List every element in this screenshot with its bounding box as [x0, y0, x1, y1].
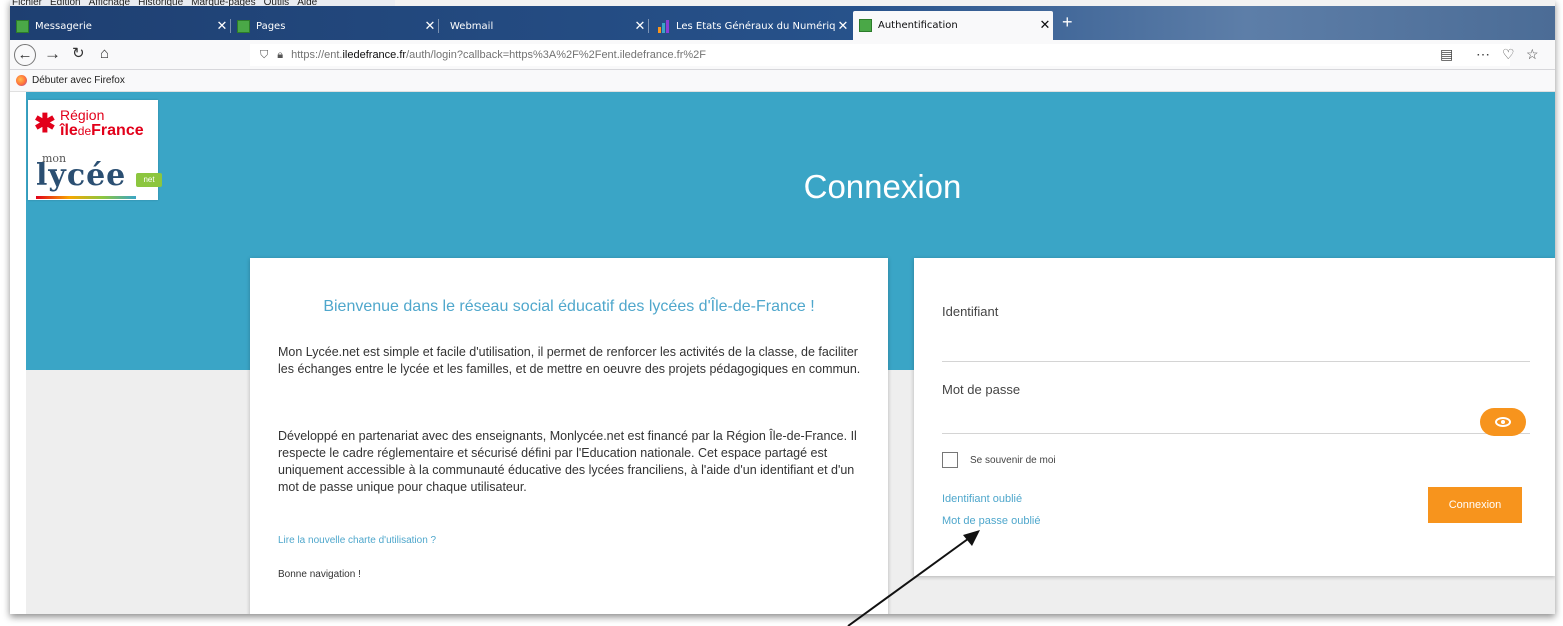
- url-path: /auth/login?callback=https%3A%2F%2Fent.i…: [406, 49, 706, 61]
- login-card: Identifiant Mot de passe Se souvenir de …: [914, 258, 1555, 576]
- remember-me-label: Se souvenir de moi: [970, 455, 1056, 466]
- firefox-icon: [16, 75, 27, 86]
- show-password-button[interactable]: [1480, 408, 1526, 436]
- logo-france: France: [91, 122, 144, 139]
- tab-title: Messagerie: [35, 20, 92, 32]
- nav-bar: ← → ↻ ⌂ ⛉ 🔒︎ https://ent. iledefrance.fr /…: [10, 40, 1555, 70]
- tab-separator: [438, 19, 439, 33]
- more-icon[interactable]: ⋯: [1476, 46, 1490, 63]
- charte-link[interactable]: Lire la nouvelle charte d'utilisation ?: [278, 535, 436, 546]
- forward-icon[interactable]: →: [44, 45, 61, 63]
- tab-title: Pages: [256, 20, 286, 32]
- tab-authentification[interactable]: Authentification ✕: [853, 11, 1053, 40]
- pages-favicon: [237, 19, 250, 33]
- welcome-card: Bienvenue dans le réseau social éducatif…: [250, 258, 888, 614]
- tab-separator: [648, 19, 649, 33]
- authentification-favicon: [859, 19, 872, 32]
- bookmarks-bar: Débuter avec Firefox: [10, 70, 1555, 92]
- tab-messagerie[interactable]: Messagerie ✕: [10, 15, 231, 37]
- tab-title: Les États Généraux du Numériq: [676, 20, 835, 32]
- page-content: ✱ Région îledeFrance mon lycée net Conne…: [10, 92, 1555, 614]
- identifiant-field[interactable]: [942, 336, 1530, 362]
- close-icon[interactable]: ✕: [422, 19, 438, 34]
- close-icon[interactable]: ✕: [214, 19, 230, 34]
- welcome-paragraph-1: Mon Lycée.net est simple et facile d'uti…: [278, 345, 861, 376]
- home-icon[interactable]: ⌂: [100, 45, 109, 63]
- bookmark-debuter[interactable]: Débuter avec Firefox: [32, 75, 125, 86]
- tab-webmail[interactable]: Webmail ✕: [440, 15, 649, 37]
- url-domain: iledefrance.fr: [342, 49, 407, 61]
- password-field[interactable]: [942, 408, 1530, 434]
- url-prefix: https://ent.: [291, 49, 343, 61]
- pocket-icon[interactable]: ♡: [1502, 46, 1515, 63]
- welcome-paragraph-2: Développé en partenariat avec des enseig…: [278, 429, 857, 494]
- messagerie-favicon: [16, 19, 29, 33]
- logo-idf-text: îledeFrance: [60, 122, 144, 140]
- reload-icon[interactable]: ↻: [72, 45, 85, 63]
- url-bar[interactable]: ⛉ 🔒︎ https://ent. iledefrance.fr/auth/log…: [250, 44, 1510, 66]
- chart-favicon: [657, 19, 670, 33]
- bookmark-star-icon[interactable]: ☆: [1526, 46, 1539, 63]
- page-title: Connexion: [803, 168, 962, 205]
- close-icon[interactable]: ✕: [632, 19, 648, 34]
- lock-icon[interactable]: 🔒︎: [277, 49, 283, 62]
- identifiant-label: Identifiant: [942, 304, 999, 319]
- closing-text: Bonne navigation !: [278, 569, 361, 580]
- close-icon[interactable]: ✕: [835, 19, 851, 34]
- banner-top: [26, 92, 1555, 132]
- close-icon[interactable]: ✕: [1037, 18, 1053, 33]
- tab-etats-generaux[interactable]: Les États Généraux du Numériq ✕: [651, 15, 851, 37]
- connexion-button[interactable]: Connexion: [1428, 487, 1522, 523]
- logo-region-text: Région: [60, 107, 105, 123]
- logo-de: de: [77, 124, 92, 138]
- new-tab-button[interactable]: +: [1062, 12, 1073, 33]
- password-label: Mot de passe: [942, 382, 1021, 397]
- tab-title: Webmail: [450, 20, 494, 32]
- tab-title: Authentification: [878, 20, 958, 31]
- tab-pages[interactable]: Pages ✕: [231, 15, 439, 37]
- region-star-icon: ✱: [34, 108, 56, 138]
- forgot-password-link[interactable]: Mot de passe oublié: [942, 515, 1040, 527]
- eye-icon: [1495, 417, 1511, 427]
- back-icon[interactable]: ←: [14, 44, 36, 66]
- reader-view-icon[interactable]: ▤: [1440, 46, 1453, 63]
- remember-me-checkbox[interactable]: [942, 452, 958, 468]
- welcome-heading: Bienvenue dans le réseau social éducatif…: [323, 298, 815, 315]
- forgot-identifiant-link[interactable]: Identifiant oublié: [942, 493, 1022, 505]
- shield-icon[interactable]: ⛉: [260, 49, 268, 62]
- tab-strip: Messagerie ✕ Pages ✕ Webmail ✕ Les États…: [10, 6, 1555, 40]
- browser-window: Fichier Édition Affichage Historique Marque-…: [10, 0, 1555, 614]
- logo-ile: île: [60, 122, 78, 139]
